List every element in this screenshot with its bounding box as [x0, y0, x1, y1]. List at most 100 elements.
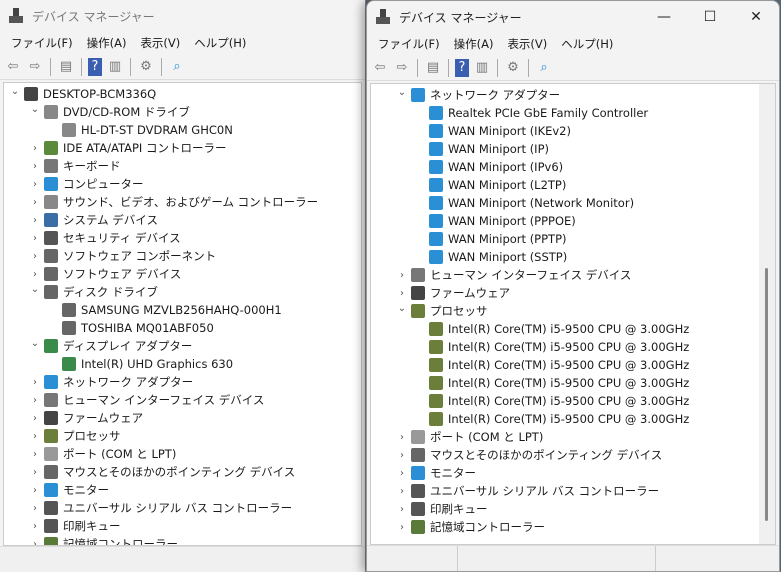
chevron-right-icon[interactable]: › — [395, 486, 409, 497]
chevron-right-icon[interactable]: › — [395, 504, 409, 515]
forward-icon[interactable]: ⇨ — [26, 58, 44, 76]
chevron-down-icon[interactable]: ⌄ — [28, 338, 42, 349]
tree-item[interactable]: › マウスとそのほかのポインティング デバイス — [395, 446, 662, 464]
tree-item[interactable]: WAN Miniport (Network Monitor) — [413, 194, 634, 212]
vertical-scrollbar[interactable] — [759, 84, 775, 544]
tree-item[interactable]: WAN Miniport (SSTP) — [413, 248, 567, 266]
tree-item[interactable]: › コンピューター — [28, 175, 144, 193]
tree-item[interactable]: › モニター — [28, 481, 109, 499]
tree-item[interactable]: › ポート (COM と LPT) — [395, 428, 543, 446]
show-hide-tree-icon[interactable]: ▤ — [57, 58, 75, 76]
tree-item[interactable]: › ネットワーク アダプター — [28, 373, 193, 391]
help-icon[interactable]: ? — [88, 57, 102, 76]
chevron-right-icon[interactable]: › — [28, 179, 42, 190]
menu-view[interactable]: 表示(V) — [500, 36, 554, 52]
tree-item[interactable]: HL-DT-ST DVDRAM GHC0N — [46, 121, 233, 139]
update-driver-icon[interactable]: ⚙ — [504, 59, 522, 77]
chevron-down-icon[interactable]: ⌄ — [28, 284, 42, 295]
chevron-down-icon[interactable]: ⌄ — [395, 303, 409, 314]
tree-item[interactable]: WAN Miniport (PPPOE) — [413, 212, 576, 230]
tree-item[interactable]: ⌄ プロセッサ — [395, 302, 488, 320]
tree-item[interactable]: Intel(R) Core(TM) i5-9500 CPU @ 3.00GHz — [413, 410, 689, 428]
menu-help[interactable]: ヘルプ(H) — [187, 35, 253, 51]
tree-item[interactable]: Intel(R) Core(TM) i5-9500 CPU @ 3.00GHz — [413, 338, 689, 356]
tree-item[interactable]: ⌄ DESKTOP-BCM336Q — [8, 85, 156, 103]
tree-item[interactable]: › 記憶域コントローラー — [28, 535, 178, 546]
chevron-down-icon[interactable]: ⌄ — [28, 104, 42, 115]
menu-view[interactable]: 表示(V) — [133, 35, 187, 51]
menu-action[interactable]: 操作(A) — [447, 36, 501, 52]
tree-item[interactable]: SAMSUNG MZVLB256HAHQ-000H1 — [46, 301, 282, 319]
tree-item[interactable]: ⌄ DVD/CD-ROM ドライブ — [28, 103, 190, 121]
menu-help[interactable]: ヘルプ(H) — [554, 36, 620, 52]
tree-item[interactable]: Intel(R) Core(TM) i5-9500 CPU @ 3.00GHz — [413, 320, 689, 338]
chevron-right-icon[interactable]: › — [28, 233, 42, 244]
forward-icon[interactable]: ⇨ — [393, 59, 411, 77]
chevron-right-icon[interactable]: › — [28, 161, 42, 172]
tree-item[interactable]: › ユニバーサル シリアル バス コントローラー — [28, 499, 292, 517]
scan-hardware-icon[interactable]: ⌕ — [168, 58, 186, 76]
tree-item[interactable]: Intel(R) Core(TM) i5-9500 CPU @ 3.00GHz — [413, 374, 689, 392]
minimize-button[interactable]: — — [641, 1, 687, 33]
tree-item[interactable]: › モニター — [395, 464, 476, 482]
menu-action[interactable]: 操作(A) — [80, 35, 134, 51]
chevron-right-icon[interactable]: › — [28, 251, 42, 262]
chevron-right-icon[interactable]: › — [28, 413, 42, 424]
tree-item[interactable]: ⌄ ディスク ドライブ — [28, 283, 158, 301]
tree-item[interactable]: WAN Miniport (IKEv2) — [413, 122, 571, 140]
update-driver-icon[interactable]: ⚙ — [137, 58, 155, 76]
tree-item[interactable]: › サウンド、ビデオ、およびゲーム コントローラー — [28, 193, 318, 211]
menu-file[interactable]: ファイル(F) — [371, 36, 447, 52]
tree-item[interactable]: ⌄ ディスプレイ アダプター — [28, 337, 192, 355]
chevron-right-icon[interactable]: › — [28, 503, 42, 514]
tree-item[interactable]: WAN Miniport (PPTP) — [413, 230, 567, 248]
tree-item[interactable]: Intel(R) UHD Graphics 630 — [46, 355, 233, 373]
tree-item[interactable]: Realtek PCIe GbE Family Controller — [413, 104, 648, 122]
tree-item[interactable]: › ヒューマン インターフェイス デバイス — [28, 391, 264, 409]
tree-item[interactable]: › ユニバーサル シリアル バス コントローラー — [395, 482, 659, 500]
back-icon[interactable]: ⇦ — [4, 58, 22, 76]
maximize-button[interactable]: ☐ — [687, 1, 733, 33]
chevron-right-icon[interactable]: › — [28, 143, 42, 154]
tree-item[interactable]: › ヒューマン インターフェイス デバイス — [395, 266, 631, 284]
chevron-right-icon[interactable]: › — [28, 269, 42, 280]
chevron-right-icon[interactable]: › — [28, 539, 42, 546]
tree-item[interactable]: › IDE ATA/ATAPI コントローラー — [28, 139, 226, 157]
tree-item[interactable]: › マウスとそのほかのポインティング デバイス — [28, 463, 295, 481]
chevron-right-icon[interactable]: › — [28, 485, 42, 496]
chevron-right-icon[interactable]: › — [28, 467, 42, 478]
tree-item[interactable]: TOSHIBA MQ01ABF050 — [46, 319, 214, 337]
tree-item[interactable]: › ポート (COM と LPT) — [28, 445, 176, 463]
back-icon[interactable]: ⇦ — [371, 59, 389, 77]
tree-item[interactable]: › ソフトウェア コンポーネント — [28, 247, 216, 265]
show-hide-tree-icon[interactable]: ▤ — [424, 59, 442, 77]
chevron-right-icon[interactable]: › — [28, 431, 42, 442]
tree-item[interactable]: › 記憶域コントローラー — [395, 518, 545, 536]
scan-hardware-icon[interactable]: ⌕ — [535, 59, 553, 77]
chevron-right-icon[interactable]: › — [395, 432, 409, 443]
chevron-right-icon[interactable]: › — [395, 270, 409, 281]
chevron-right-icon[interactable]: › — [395, 288, 409, 299]
tree-item[interactable]: › ファームウェア — [28, 409, 143, 427]
chevron-right-icon[interactable]: › — [395, 450, 409, 461]
chevron-right-icon[interactable]: › — [28, 521, 42, 532]
properties-icon[interactable]: ▥ — [106, 58, 124, 76]
chevron-right-icon[interactable]: › — [28, 215, 42, 226]
tree-item[interactable]: WAN Miniport (IPv6) — [413, 158, 563, 176]
chevron-right-icon[interactable]: › — [395, 468, 409, 479]
tree-item[interactable]: WAN Miniport (L2TP) — [413, 176, 566, 194]
tree-item[interactable]: › キーボード — [28, 157, 121, 175]
scrollbar-thumb[interactable] — [765, 268, 768, 521]
help-icon[interactable]: ? — [455, 58, 469, 77]
chevron-right-icon[interactable]: › — [395, 522, 409, 533]
chevron-down-icon[interactable]: ⌄ — [395, 87, 409, 98]
chevron-right-icon[interactable]: › — [28, 395, 42, 406]
menu-file[interactable]: ファイル(F) — [4, 35, 80, 51]
tree-item[interactable]: › ソフトウェア デバイス — [28, 265, 181, 283]
tree-item[interactable]: › プロセッサ — [28, 427, 121, 445]
chevron-right-icon[interactable]: › — [28, 449, 42, 460]
chevron-right-icon[interactable]: › — [28, 377, 42, 388]
tree-item[interactable]: › 印刷キュー — [28, 517, 121, 535]
tree-item[interactable]: › ファームウェア — [395, 284, 510, 302]
tree-item[interactable]: › セキュリティ デバイス — [28, 229, 181, 247]
